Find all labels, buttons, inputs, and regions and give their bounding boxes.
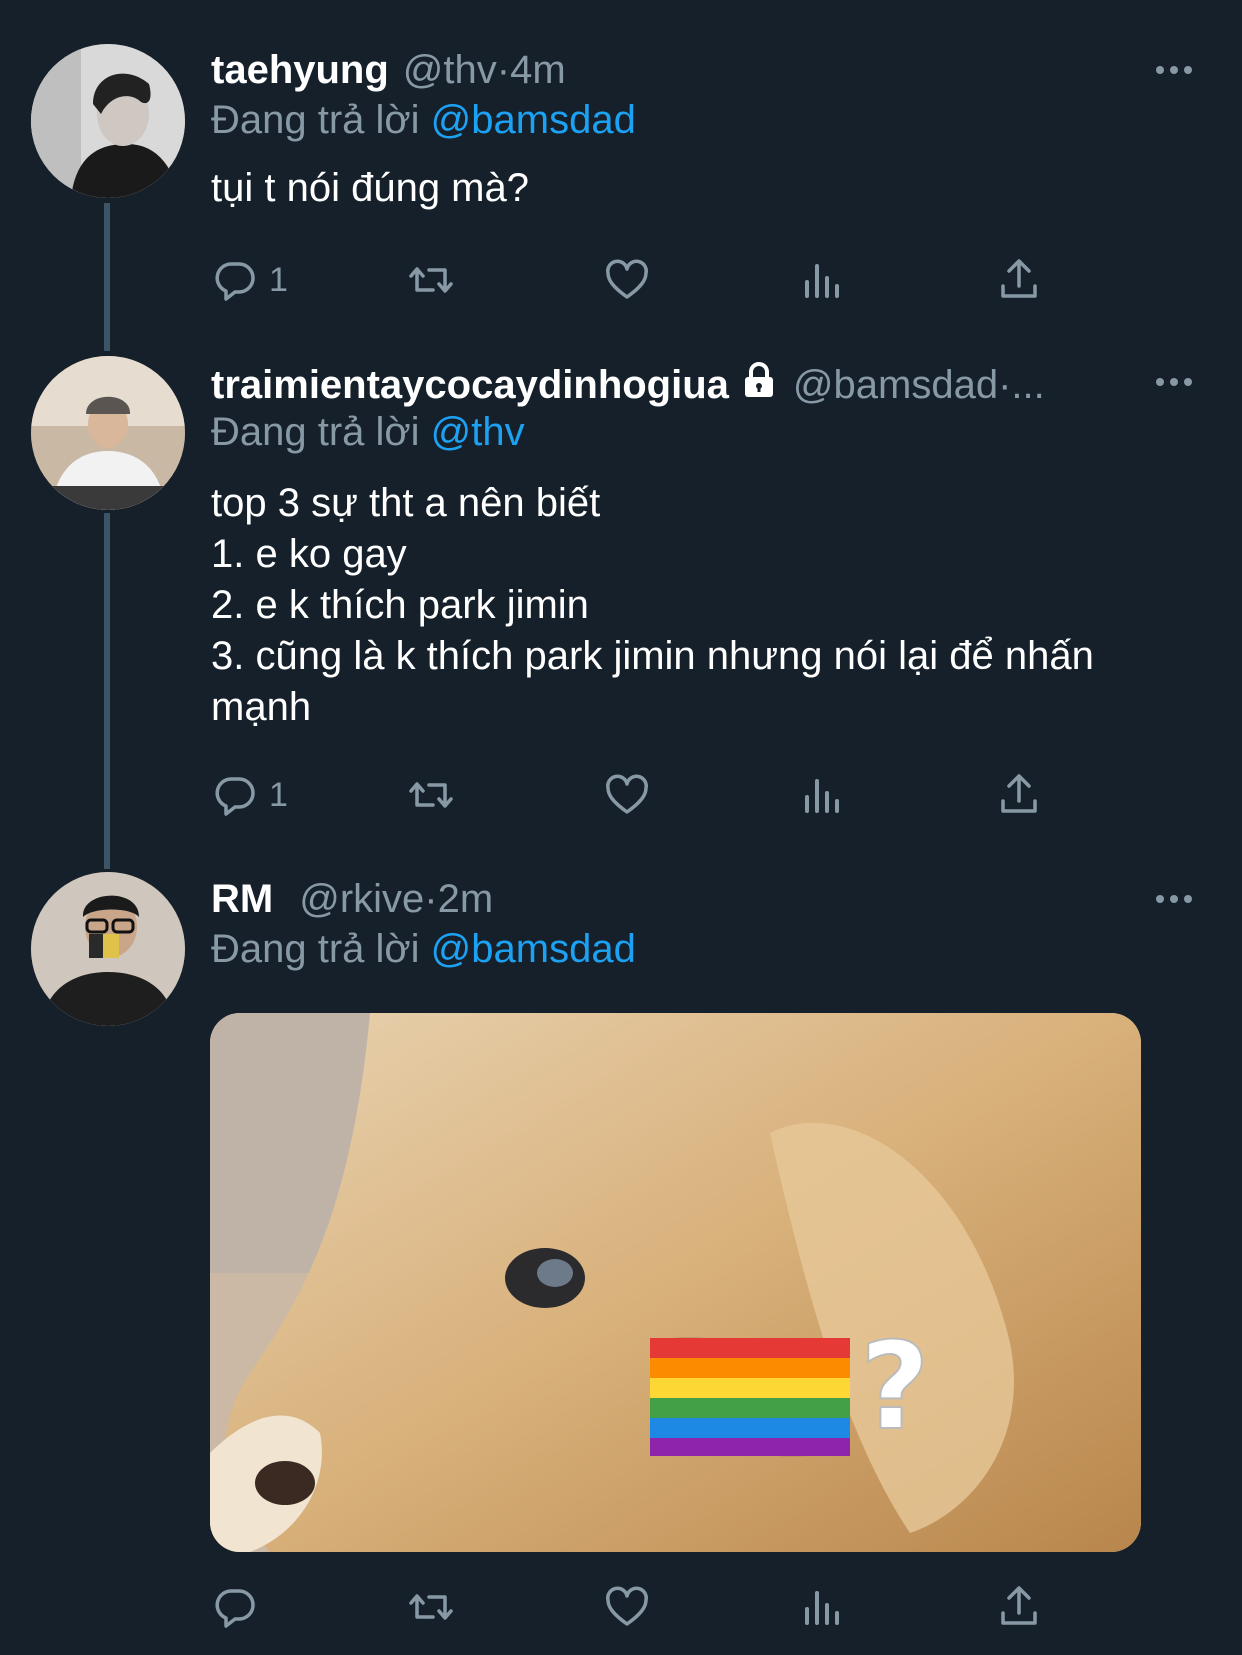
share-button[interactable] bbox=[995, 765, 1043, 825]
replying-to-label: Đang trả lời bbox=[211, 927, 431, 971]
tweet-actions bbox=[211, 1577, 1091, 1637]
reply-count: 1 bbox=[269, 775, 288, 814]
tweet-header: traimientaycocaydinhogiua @bamsdad · ... bbox=[211, 359, 1182, 411]
reply-count: 1 bbox=[269, 260, 288, 299]
thread-line bbox=[104, 513, 110, 869]
tweet-text-line: 1. e ko gay bbox=[211, 532, 407, 576]
tweet-text-line: mạnh bbox=[211, 685, 312, 729]
handle[interactable]: @bamsdad bbox=[793, 363, 998, 408]
heart-icon bbox=[606, 774, 648, 814]
time-separator: · bbox=[424, 876, 438, 921]
handle[interactable]: @thv bbox=[403, 48, 497, 93]
lock-icon bbox=[739, 360, 779, 410]
heart-icon bbox=[606, 1586, 648, 1626]
timestamp[interactable]: 4m bbox=[510, 48, 566, 93]
tweet-text-line: top 3 sự tht a nên biết bbox=[211, 481, 601, 525]
tweet-text: top 3 sự tht a nên biết 1. e ko gay 2. e… bbox=[211, 478, 1202, 733]
handle[interactable]: @rkive bbox=[299, 877, 424, 922]
tweet-text: tụi t nói đúng mà? bbox=[211, 163, 1202, 214]
display-name[interactable]: traimientaycocaydinhogiua bbox=[211, 363, 729, 408]
reply-button[interactable]: 1 bbox=[211, 250, 288, 310]
retweet-button[interactable] bbox=[407, 765, 455, 825]
retweet-icon bbox=[409, 782, 453, 808]
avatar[interactable] bbox=[31, 44, 185, 198]
tweet-header: taehyung @thv · 4m bbox=[211, 44, 1182, 96]
analytics-button[interactable] bbox=[799, 1577, 847, 1637]
display-name[interactable]: taehyung bbox=[211, 48, 389, 93]
reply-mention[interactable]: @bamsdad bbox=[431, 927, 636, 971]
tweet-image[interactable]: ? bbox=[210, 1013, 1141, 1552]
replying-to: Đang trả lời @bamsdad bbox=[211, 927, 636, 972]
replying-to: Đang trả lời @thv bbox=[211, 410, 525, 455]
analytics-icon bbox=[805, 264, 839, 298]
like-button[interactable] bbox=[603, 250, 651, 310]
avatar[interactable] bbox=[31, 356, 185, 510]
reply-icon bbox=[215, 1589, 255, 1628]
reply-button[interactable] bbox=[211, 1577, 259, 1637]
timestamp[interactable]: 2m bbox=[438, 877, 494, 922]
analytics-button[interactable] bbox=[799, 250, 847, 310]
replying-to-label: Đang trả lời bbox=[211, 410, 431, 454]
more-icon[interactable] bbox=[1154, 60, 1194, 80]
display-name[interactable]: RM bbox=[211, 877, 273, 922]
share-button[interactable] bbox=[995, 1577, 1043, 1637]
heart-icon bbox=[606, 259, 648, 299]
tweet-text-line: 2. e k thích park jimin bbox=[211, 583, 589, 627]
share-icon bbox=[1001, 1586, 1037, 1625]
share-icon bbox=[1001, 259, 1037, 298]
share-button[interactable] bbox=[995, 250, 1043, 310]
retweet-icon bbox=[409, 267, 453, 293]
question-mark-text: ? bbox=[860, 1318, 930, 1457]
retweet-icon bbox=[409, 1594, 453, 1620]
like-button[interactable] bbox=[603, 765, 651, 825]
timestamp[interactable]: ... bbox=[1011, 363, 1044, 408]
tweet-text-line: tụi t nói đúng mà? bbox=[211, 166, 529, 210]
tweet-text-line: 3. cũng là k thích park jimin nhưng nói … bbox=[211, 634, 1094, 678]
replying-to-label: Đang trả lời bbox=[211, 98, 431, 142]
reply-icon bbox=[215, 262, 255, 301]
thread-line bbox=[104, 203, 110, 351]
tweet-actions: 1 bbox=[211, 765, 1091, 825]
reply-icon bbox=[215, 777, 255, 816]
time-separator: · bbox=[998, 362, 1012, 407]
rainbow-flag-emoji bbox=[650, 1337, 850, 1457]
analytics-button[interactable] bbox=[799, 765, 847, 825]
reply-mention[interactable]: @bamsdad bbox=[431, 98, 636, 142]
reply-button[interactable]: 1 bbox=[211, 765, 288, 825]
tweet-actions: 1 bbox=[211, 250, 1091, 310]
more-icon[interactable] bbox=[1154, 372, 1194, 392]
replying-to: Đang trả lời @bamsdad bbox=[211, 98, 636, 143]
retweet-button[interactable] bbox=[407, 1577, 455, 1637]
avatar[interactable] bbox=[31, 872, 185, 1026]
like-button[interactable] bbox=[603, 1577, 651, 1637]
analytics-icon bbox=[805, 779, 839, 813]
analytics-icon bbox=[805, 1591, 839, 1625]
share-icon bbox=[1001, 774, 1037, 813]
reply-mention[interactable]: @thv bbox=[431, 410, 525, 454]
more-icon[interactable] bbox=[1154, 889, 1194, 909]
retweet-button[interactable] bbox=[407, 250, 455, 310]
tweet-header: RM @rkive · 2m bbox=[211, 873, 1182, 925]
time-separator: · bbox=[496, 47, 511, 92]
